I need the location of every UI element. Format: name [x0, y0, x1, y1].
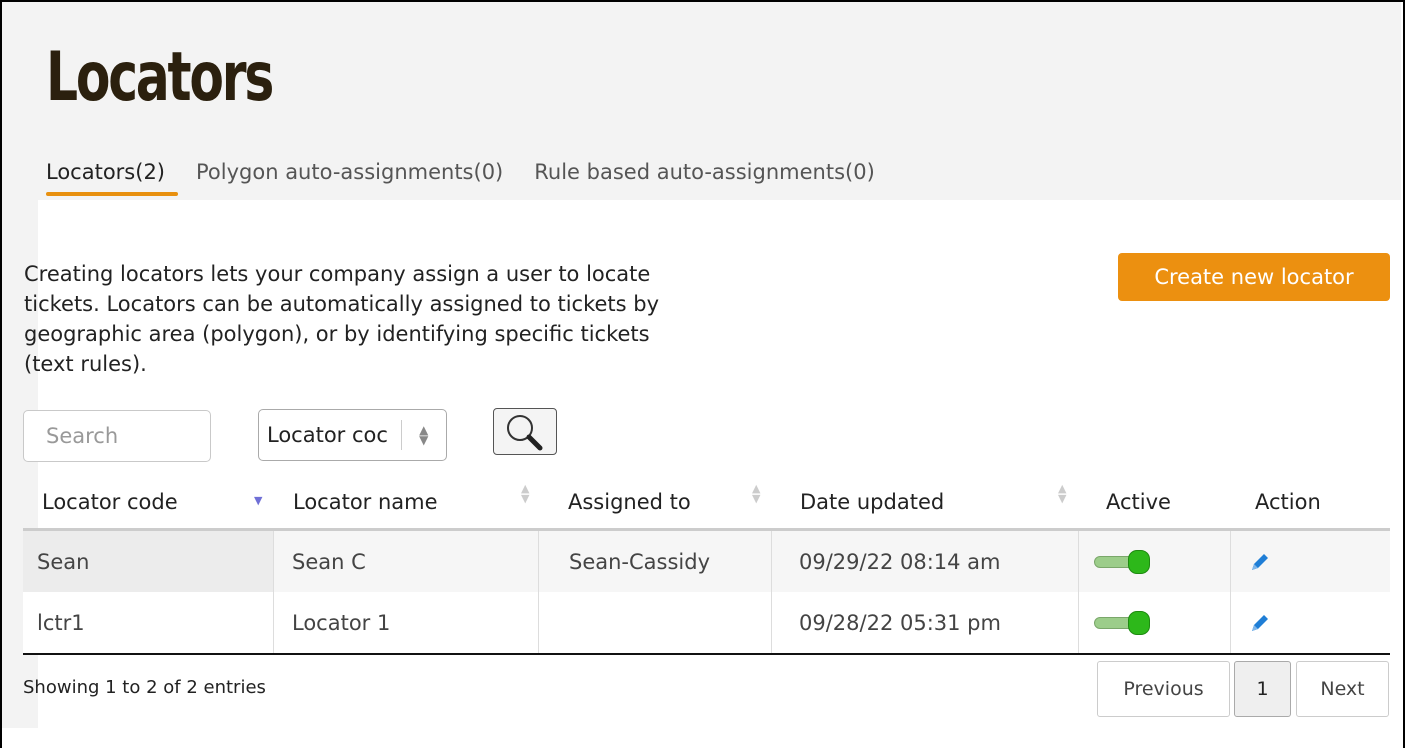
cell-locator-name: Sean C	[274, 531, 539, 592]
cell-date-updated: 09/29/22 08:14 am	[772, 531, 1079, 592]
active-tab-indicator	[46, 192, 178, 196]
next-page-button[interactable]: Next	[1296, 661, 1389, 717]
page-description: Creating locators lets your company assi…	[24, 262, 660, 376]
cell-locator-code: lctr1	[23, 592, 274, 653]
previous-page-button[interactable]: Previous	[1097, 661, 1230, 717]
select-arrows-icon: ▲ ▼	[419, 423, 429, 447]
table-row: lctr1 Locator 1 09/28/22 05:31 pm	[23, 592, 1390, 653]
tab-bar: Locators(2) Polygon auto-assignments(0) …	[46, 160, 906, 184]
page-1-button[interactable]: 1	[1234, 661, 1291, 717]
cell-action	[1231, 531, 1390, 592]
page-title: Locators	[46, 38, 274, 117]
search-field-select-value: Locator coc	[267, 423, 388, 447]
column-label: Assigned to	[568, 490, 691, 514]
search-input[interactable]	[23, 410, 211, 462]
column-label: Locator name	[293, 490, 438, 514]
tab-locators[interactable]: Locators(2)	[46, 160, 165, 184]
table-header: Locator code ▼ Locator name ▲ ▼ Assigned …	[23, 476, 1390, 528]
column-header-locator-code[interactable]: Locator code	[42, 476, 178, 528]
sort-arrows-icon: ▲ ▼	[752, 482, 761, 505]
table-row: Sean Sean C Sean-Cassidy 09/29/22 08:14 …	[23, 531, 1390, 592]
cell-active	[1079, 592, 1231, 653]
toggle-knob	[1128, 549, 1150, 574]
search-button[interactable]	[493, 408, 557, 455]
cell-assigned-to	[539, 592, 772, 653]
column-header-action: Action	[1255, 476, 1321, 528]
toggle-knob	[1128, 610, 1150, 635]
column-label: Date updated	[800, 490, 945, 514]
search-field-select[interactable]: Locator coc ▲ ▼	[258, 409, 447, 461]
sort-descending-icon: ▼	[254, 494, 263, 507]
pencil-icon[interactable]	[1249, 551, 1271, 573]
table-info: Showing 1 to 2 of 2 entries	[23, 677, 266, 698]
active-toggle[interactable]	[1094, 549, 1150, 574]
column-header-date-updated[interactable]: Date updated	[800, 476, 944, 528]
column-label: Active	[1106, 490, 1171, 514]
tab-rule-based-auto-assignments[interactable]: Rule based auto-assignments(0)	[534, 160, 875, 184]
cell-active	[1079, 531, 1231, 592]
cell-date-updated: 09/28/22 05:31 pm	[772, 592, 1079, 653]
cell-locator-code: Sean	[23, 531, 274, 592]
sort-arrows-icon: ▲ ▼	[521, 482, 530, 505]
tab-polygon-auto-assignments[interactable]: Polygon auto-assignments(0)	[196, 160, 503, 184]
cell-locator-name: Locator 1	[274, 592, 539, 653]
active-toggle[interactable]	[1094, 610, 1150, 635]
sort-arrows-icon: ▲ ▼	[1058, 482, 1067, 505]
pencil-icon[interactable]	[1249, 612, 1271, 634]
column-header-assigned-to[interactable]: Assigned to	[568, 476, 691, 528]
create-new-locator-button[interactable]: Create new locator	[1118, 253, 1390, 301]
table-bottom-border	[23, 653, 1390, 655]
cell-action	[1231, 592, 1390, 653]
column-label: Action	[1255, 490, 1321, 514]
magnifier-icon	[507, 415, 543, 451]
column-label: Locator code	[42, 490, 178, 514]
cell-assigned-to: Sean-Cassidy	[539, 531, 772, 592]
column-header-locator-name[interactable]: Locator name	[293, 476, 438, 528]
column-header-active: Active	[1106, 476, 1171, 528]
